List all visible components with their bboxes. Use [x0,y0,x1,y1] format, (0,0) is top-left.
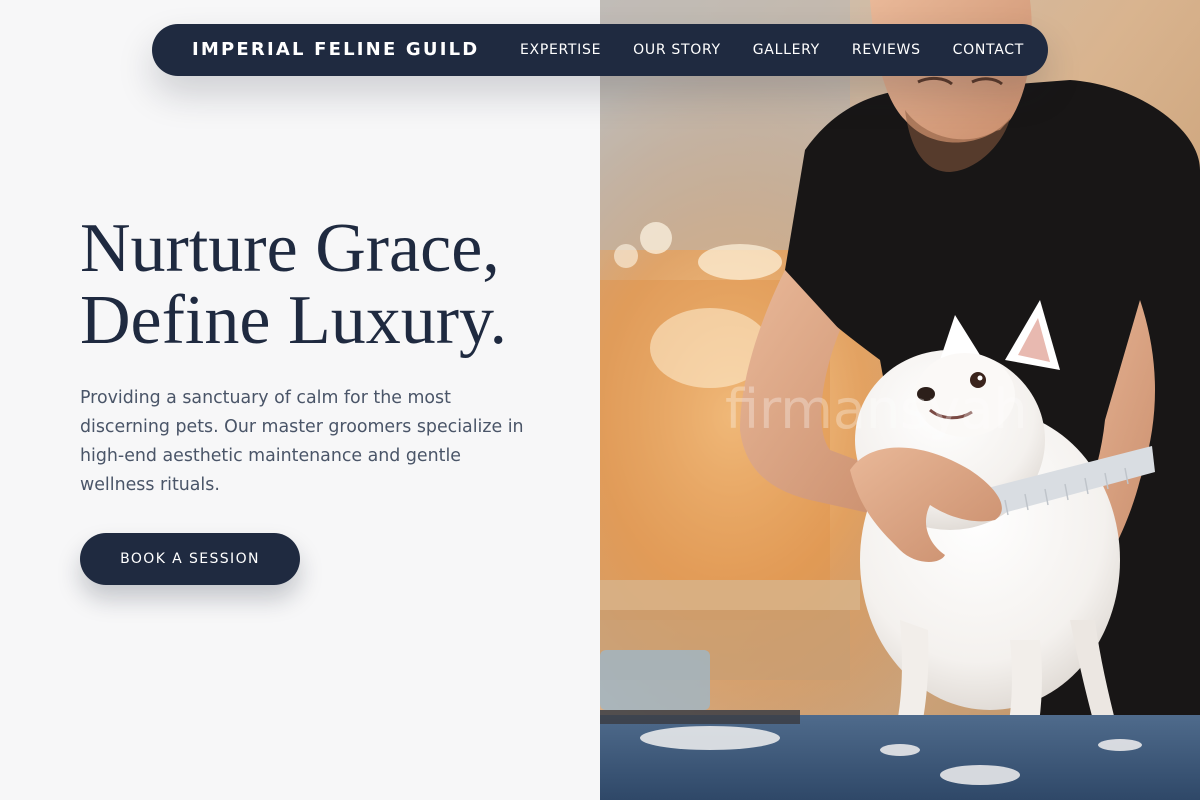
headline-line-1: Nurture Grace, [80,210,500,287]
hero-photo: firmansyah [600,0,1200,800]
top-navigation: IMPERIAL FELINE GUILD EXPERTISE OUR STOR… [152,24,1048,76]
nav-link-expertise[interactable]: EXPERTISE [520,42,601,58]
hero-description: Providing a sanctuary of calm for the mo… [80,388,524,495]
nav-link-reviews[interactable]: REVIEWS [852,42,921,58]
nav-links: EXPERTISE OUR STORY GALLERY REVIEWS CONT… [520,24,1024,76]
headline-line-2: Define Luxury. [80,282,507,359]
hero-headline: Nurture Grace, Define Luxury. [80,213,507,357]
brand-logo[interactable]: IMPERIAL FELINE GUILD [192,24,479,76]
nav-link-gallery[interactable]: GALLERY [753,42,820,58]
photo-watermark: firmansyah [725,378,1028,441]
nav-link-our-story[interactable]: OUR STORY [633,42,721,58]
nav-link-contact[interactable]: CONTACT [953,42,1024,58]
book-session-button[interactable]: BOOK A SESSION [80,533,300,585]
